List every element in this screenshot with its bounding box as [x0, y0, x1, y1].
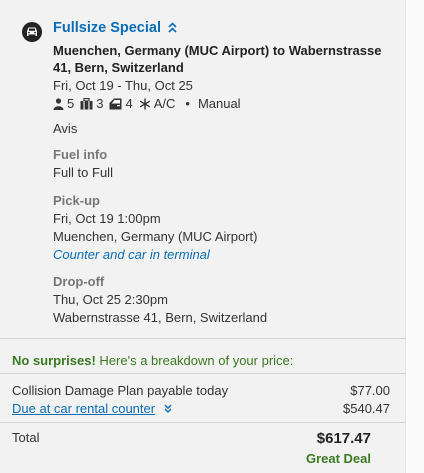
- collapse-chevron-icon[interactable]: [168, 22, 178, 34]
- price-line-label: Collision Damage Plan payable today: [12, 383, 229, 398]
- passenger-icon: [53, 97, 64, 110]
- feature-passengers: 5: [53, 96, 74, 111]
- total-label: Total: [12, 430, 40, 445]
- bag-icon: [80, 97, 93, 109]
- car-title[interactable]: Fullsize Special: [53, 20, 161, 36]
- price-line-amount: $77.00: [350, 383, 390, 398]
- dropoff-location: Wabernstrasse 41, Bern, Switzerland: [53, 310, 268, 325]
- pickup-label: Pick-up: [53, 193, 100, 208]
- feature-separator: •: [185, 96, 190, 111]
- fuel-label: Fuel info: [53, 147, 108, 162]
- price-line-collision: Collision Damage Plan payable today $77.…: [12, 383, 390, 398]
- car-icon: [22, 22, 42, 42]
- divider: [0, 338, 406, 339]
- due-at-counter-link[interactable]: Due at car rental counter: [12, 401, 155, 416]
- car-features: 5 3 4 A/C • Manual: [53, 96, 241, 111]
- dropoff-datetime: Thu, Oct 25 2:30pm: [53, 292, 168, 307]
- promo-text: Here's a breakdown of your price:: [95, 353, 294, 368]
- divider: [0, 422, 406, 423]
- car-rental-summary: Fullsize Special Muenchen, Germany (MUC …: [0, 0, 406, 473]
- deal-badge: Great Deal: [305, 451, 371, 466]
- door-count: 4: [125, 96, 133, 111]
- pickup-datetime: Fri, Oct 19 1:00pm: [53, 211, 161, 226]
- feature-ac: A/C: [139, 96, 176, 111]
- total-amount: $617.47: [316, 430, 371, 447]
- vendor-name: Avis: [53, 121, 78, 136]
- transmission: Manual: [197, 96, 241, 111]
- price-line-counter: Due at car rental counter $540.47: [12, 401, 390, 416]
- feature-bags: 3: [80, 96, 103, 111]
- ac-label: A/C: [153, 96, 176, 111]
- fuel-value: Full to Full: [53, 165, 113, 180]
- pickup-location: Muenchen, Germany (MUC Airport): [53, 229, 258, 244]
- price-line-amount: $540.47: [343, 401, 390, 416]
- rental-dates: Fri, Oct 19 - Thu, Oct 25: [53, 78, 193, 93]
- dropoff-label: Drop-off: [53, 274, 105, 289]
- feature-doors: 4: [109, 96, 133, 111]
- scrollbar[interactable]: [405, 0, 424, 473]
- price-promo: No surprises! Here's a breakdown of your…: [12, 353, 293, 368]
- passenger-count: 5: [67, 96, 75, 111]
- route: Muenchen, Germany (MUC Airport) to Waber…: [53, 43, 382, 75]
- expand-chevron-icon[interactable]: [161, 404, 172, 416]
- promo-bold: No surprises!: [12, 353, 96, 368]
- bag-count: 3: [96, 96, 104, 111]
- pickup-note-link[interactable]: Counter and car in terminal: [53, 247, 210, 262]
- divider: [0, 373, 406, 374]
- door-icon: [109, 98, 122, 109]
- snowflake-icon: [139, 98, 150, 109]
